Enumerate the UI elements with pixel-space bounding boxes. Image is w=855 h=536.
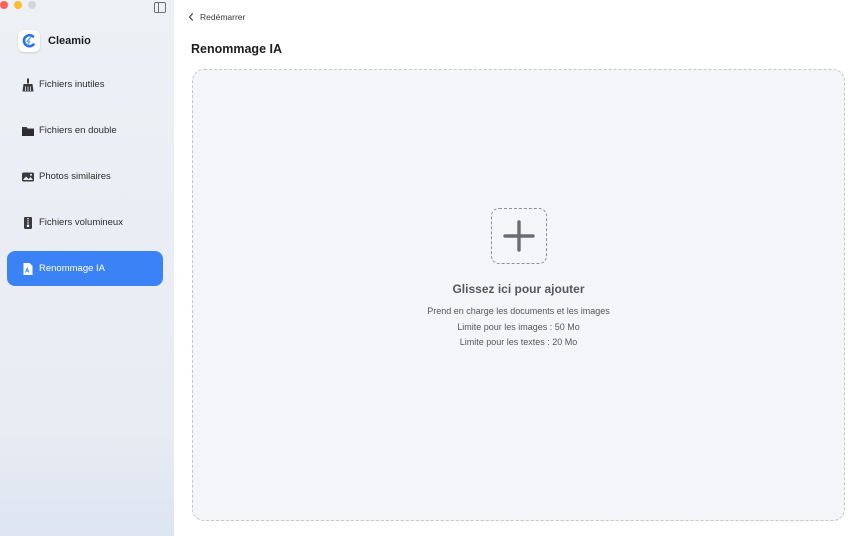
sidebar-item-fichiers-volumineux[interactable]: Fichiers volumineux [7,205,163,240]
drop-zone-text-limit: Limite pour les textes : 20 Mo [459,337,578,347]
sidebar-item-label: Renommage IA [39,263,106,274]
minimize-icon[interactable] [14,1,22,9]
sidebar-toggle-icon[interactable] [154,2,166,13]
sidebar-item-fichiers-inutiles[interactable]: Fichiers inutiles [7,67,163,102]
sidebar-item-photos-similaires[interactable]: Photos similaires [7,159,163,194]
folder-icon [21,124,35,138]
ai-document-icon [21,262,35,276]
zoom-icon[interactable] [28,1,36,9]
drop-zone-support-text: Prend en charge les documents et les ima… [427,306,610,316]
drop-zone-content: Glissez ici pour ajouter Prend en charge… [193,208,844,351]
main-content: Redémarrer Renommage IA Glissez ici pour… [174,0,855,536]
sidebar-item-label: Fichiers volumineux [39,217,123,228]
back-button[interactable]: Redémarrer [188,12,245,22]
sidebar: Cleamio Fichiers inutiles Fichiers en do… [0,0,174,536]
drop-zone-image-limit: Limite pour les images : 50 Mo [457,321,580,332]
chevron-left-icon [188,13,194,21]
add-file-button[interactable] [490,208,547,264]
photo-icon [21,170,35,184]
sidebar-item-label: Fichiers inutiles [39,79,105,90]
close-icon[interactable] [0,1,8,9]
app-name: Cleamio [48,35,91,47]
brand: Cleamio [18,30,91,52]
window-controls [0,1,36,9]
plus-icon [502,220,535,252]
page-title: Renommage IA [191,42,282,56]
drop-zone-title: Glissez ici pour ajouter [452,282,585,296]
sidebar-nav: Fichiers inutiles Fichiers en double Pho… [7,67,163,297]
sidebar-item-renommage-ia[interactable]: Renommage IA [7,251,163,286]
sidebar-item-label: Fichiers en double [39,125,117,136]
sidebar-item-fichiers-en-double[interactable]: Fichiers en double [7,113,163,148]
zip-file-icon [21,216,35,230]
broom-icon [21,78,35,92]
sidebar-item-label: Photos similaires [39,171,111,182]
cleamio-logo-icon [18,30,40,52]
back-label: Redémarrer [200,12,246,22]
drop-zone[interactable]: Glissez ici pour ajouter Prend en charge… [192,69,845,521]
